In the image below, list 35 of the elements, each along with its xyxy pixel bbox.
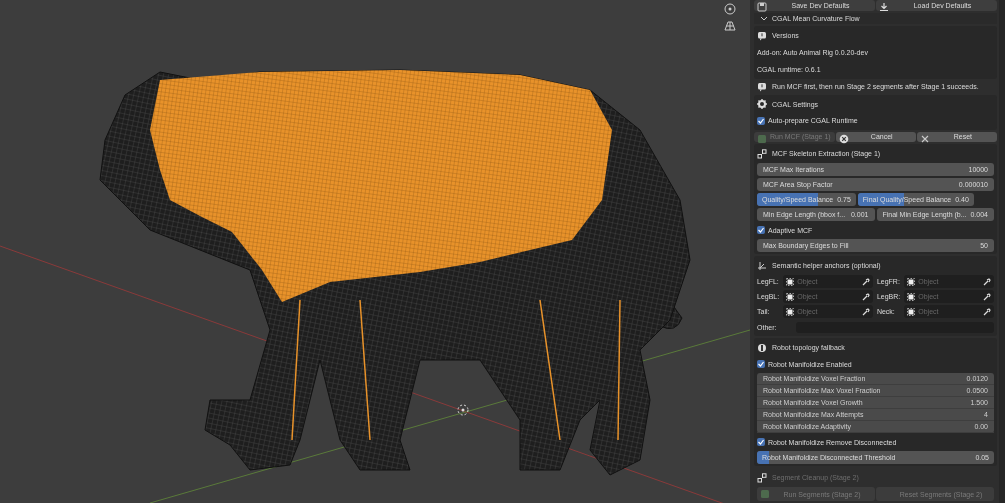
- bone-chain-icon: [757, 148, 767, 159]
- checkbox[interactable]: [757, 226, 765, 234]
- eyedropper-icon[interactable]: [983, 277, 991, 286]
- grid-icon[interactable]: [724, 21, 736, 31]
- navigation-icon[interactable]: [724, 3, 736, 15]
- object-icon: [786, 292, 795, 301]
- checkmark-icon: [757, 438, 765, 446]
- info-icon: [757, 30, 767, 41]
- object-icon: [907, 307, 916, 316]
- robot-icon: [757, 342, 767, 353]
- checkmark-icon: [757, 360, 765, 368]
- square-icon: [760, 489, 770, 499]
- info-icon: [757, 81, 767, 92]
- eyedropper-icon[interactable]: [983, 307, 991, 316]
- checkmark-icon: [757, 226, 765, 234]
- eyedropper-icon[interactable]: [861, 307, 870, 316]
- checkbox[interactable]: [757, 438, 765, 446]
- checkbox[interactable]: [757, 360, 765, 368]
- eyedropper-icon[interactable]: [983, 292, 991, 301]
- close-icon: [919, 133, 930, 144]
- square-icon: [757, 133, 767, 144]
- axis-icon: [757, 260, 767, 271]
- 3d-cursor-icon: [457, 404, 469, 416]
- eyedropper-icon[interactable]: [861, 277, 870, 286]
- bone-chain-icon: [757, 472, 767, 483]
- eyedropper-icon[interactable]: [861, 292, 870, 301]
- object-icon: [786, 277, 795, 286]
- object-icon: [907, 277, 916, 286]
- checkmark-icon: [757, 116, 765, 125]
- gear-icon: [757, 99, 767, 109]
- floppy-icon: [757, 2, 767, 12]
- download-icon: [879, 2, 889, 12]
- object-icon: [907, 292, 916, 301]
- object-icon: [786, 307, 795, 316]
- checkbox[interactable]: [757, 116, 765, 125]
